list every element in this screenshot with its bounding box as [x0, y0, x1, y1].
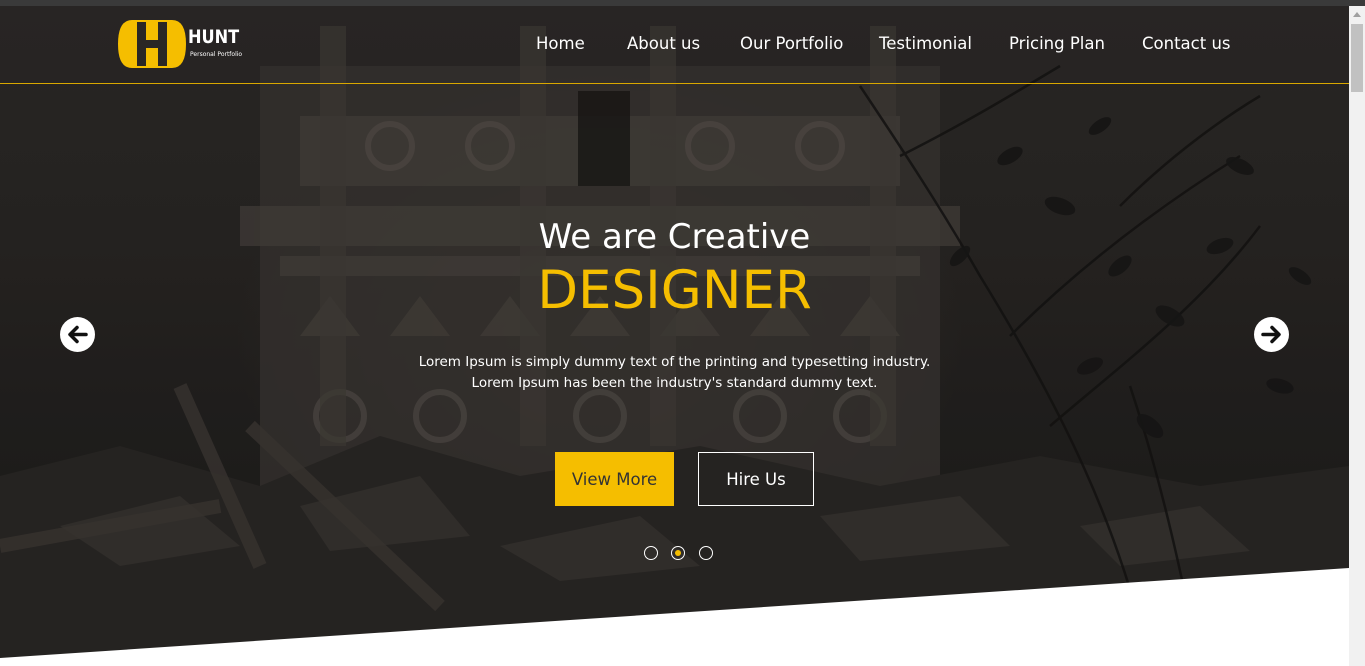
logo-title: HUNT	[188, 26, 240, 48]
slider-dot-1[interactable]	[644, 546, 658, 560]
slider-dot-2-active[interactable]	[671, 546, 685, 560]
site-logo[interactable]: HUNT Personal Portfolio	[118, 18, 248, 70]
slider-dot-3[interactable]	[699, 546, 713, 560]
nav-item-our-portfolio[interactable]: Our Portfolio	[740, 34, 843, 53]
hero-slider: HUNT Personal Portfolio Home About us Ou…	[0, 6, 1349, 666]
hero-subtitle: We are Creative	[538, 217, 811, 257]
arrow-left-icon	[68, 325, 88, 344]
page: HUNT Personal Portfolio Home About us Ou…	[0, 0, 1365, 666]
slider-next-button[interactable]	[1254, 317, 1289, 352]
hire-us-button[interactable]: Hire Us	[698, 452, 814, 506]
logo-h-icon	[118, 20, 186, 68]
scroll-up-arrow-icon[interactable]	[1353, 12, 1361, 17]
browser-top-strip	[0, 0, 1365, 6]
nav-item-contact-us[interactable]: Contact us	[1142, 34, 1231, 53]
arrow-right-icon	[1261, 325, 1281, 344]
hero-bottom-slant	[0, 568, 1349, 666]
page-scrollbar[interactable]	[1349, 6, 1365, 666]
nav-item-testimonial[interactable]: Testimonial	[879, 34, 972, 53]
site-header: HUNT Personal Portfolio Home About us Ou…	[0, 6, 1349, 84]
nav-item-home[interactable]: Home	[536, 34, 585, 53]
hero-title: DESIGNER	[537, 260, 812, 321]
hero-description: Lorem Ipsum is simply dummy text of the …	[418, 354, 931, 391]
slider-prev-button[interactable]	[60, 317, 95, 352]
nav-item-about-us[interactable]: About us	[627, 34, 700, 53]
view-more-button[interactable]: View More	[555, 452, 674, 506]
logo-tagline: Personal Portfolio	[190, 51, 243, 58]
scrollbar-thumb[interactable]	[1351, 24, 1363, 92]
nav-item-pricing-plan[interactable]: Pricing Plan	[1009, 34, 1105, 53]
